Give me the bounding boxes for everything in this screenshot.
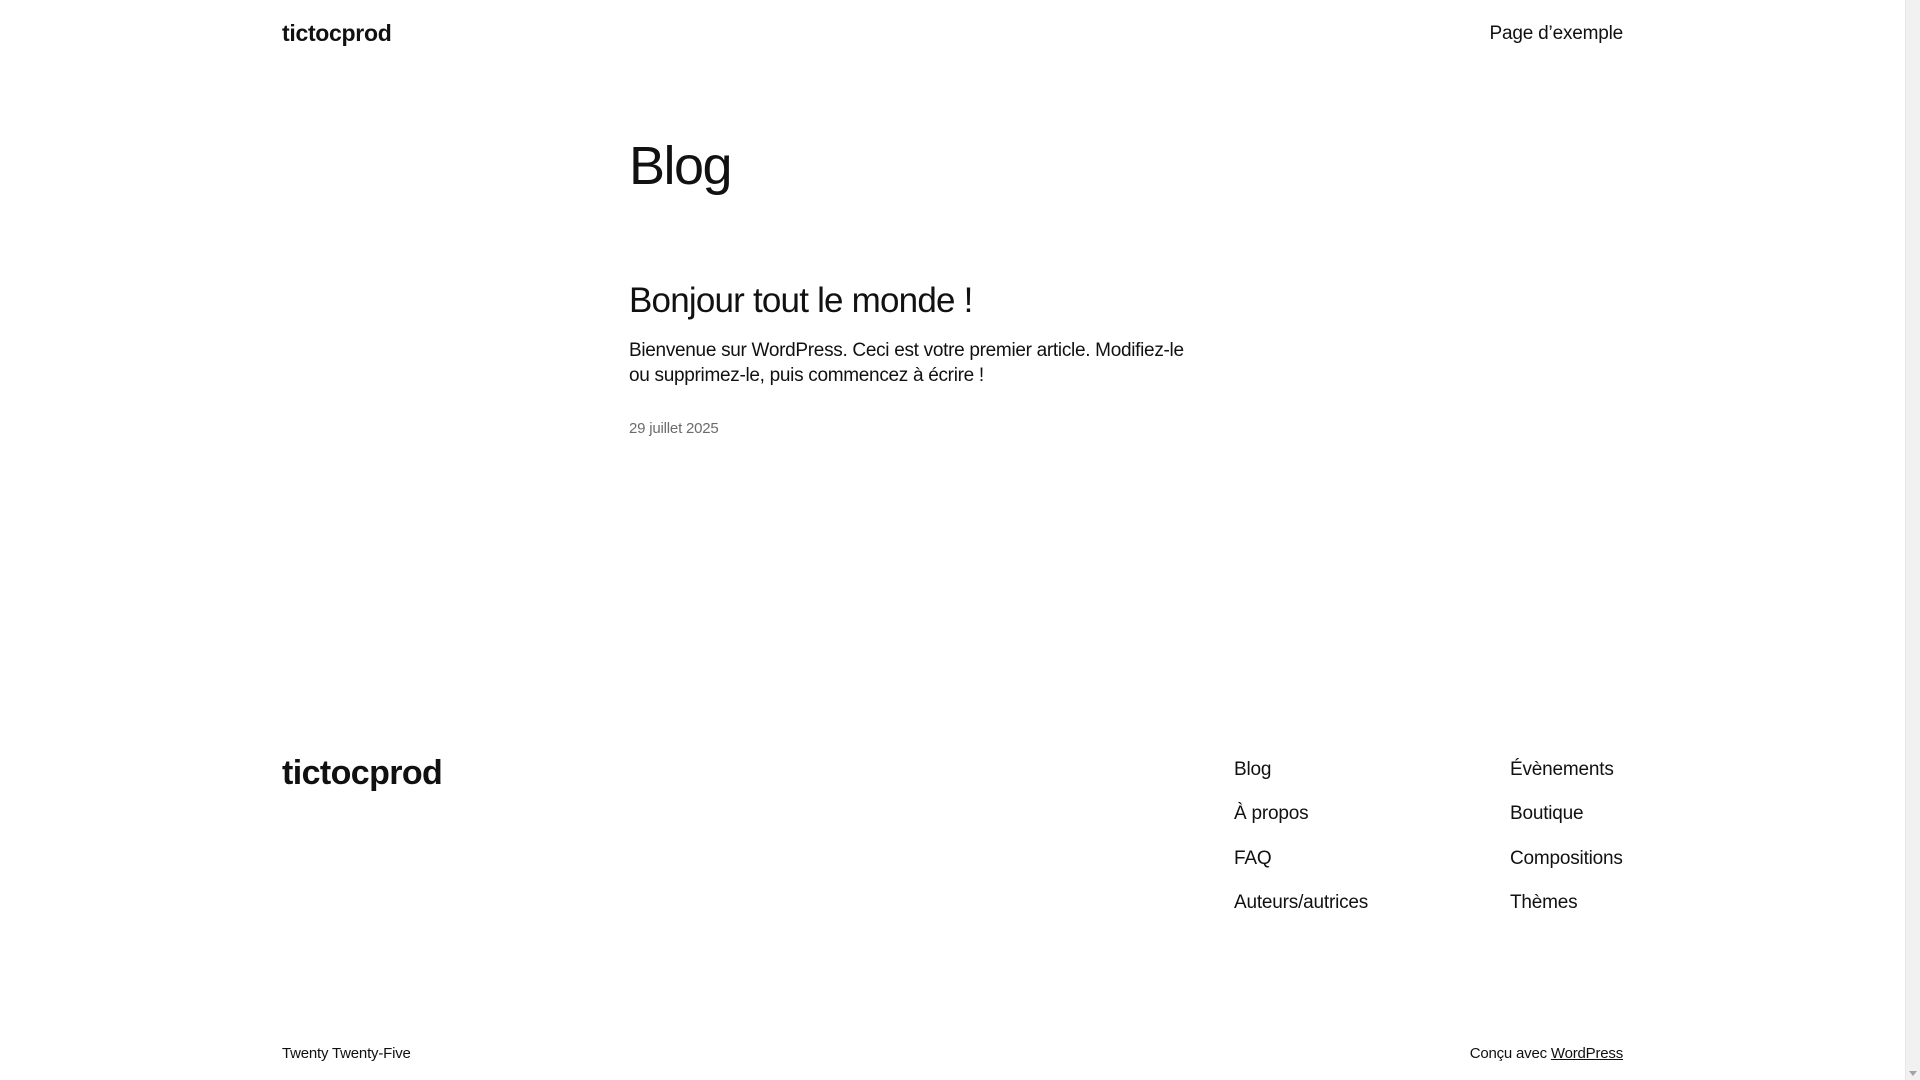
footer-site-title-link[interactable]: tictocprod [282,754,443,793]
footer-link-auteurs[interactable]: Auteurs/autrices [1234,889,1368,933]
footer-nav-column-1: Blog À propos FAQ Auteurs/autrices [1234,756,1368,933]
wordpress-link[interactable]: WordPress [1551,1045,1623,1062]
page-title: Blog [629,136,733,196]
credit-prefix: Conçu avec [1469,1045,1551,1062]
footer-link-themes[interactable]: Thèmes [1510,889,1623,933]
wordpress-credit: Conçu avec WordPress [1470,1045,1623,1062]
page: tictocprod Page d’exemple Blog Bonjour t… [0,0,1905,1080]
post-title-link[interactable]: Bonjour tout le monde ! [629,281,973,320]
nav-item-page-exemple[interactable]: Page d’exemple [1490,23,1624,45]
footer-link-blog[interactable]: Blog [1234,756,1368,800]
theme-credit: Twenty Twenty-Five [282,1045,411,1062]
post-date-link[interactable]: 29 juillet 2025 [629,420,719,437]
footer-link-compositions[interactable]: Compositions [1510,845,1623,889]
site-title-link[interactable]: tictocprod [282,20,392,47]
footer-link-boutique[interactable]: Boutique [1510,800,1623,844]
footer-link-evenements[interactable]: Évènements [1510,756,1623,800]
footer-link-a-propos[interactable]: À propos [1234,800,1368,844]
scroll-down-arrow-icon[interactable] [1909,1071,1917,1076]
footer-link-faq[interactable]: FAQ [1234,845,1368,889]
footer-nav-column-2: Évènements Boutique Compositions Thèmes [1510,756,1623,933]
page-scrollbar[interactable] [1905,0,1920,1080]
post-excerpt: Bienvenue sur WordPress. Ceci est votre … [629,340,1184,386]
